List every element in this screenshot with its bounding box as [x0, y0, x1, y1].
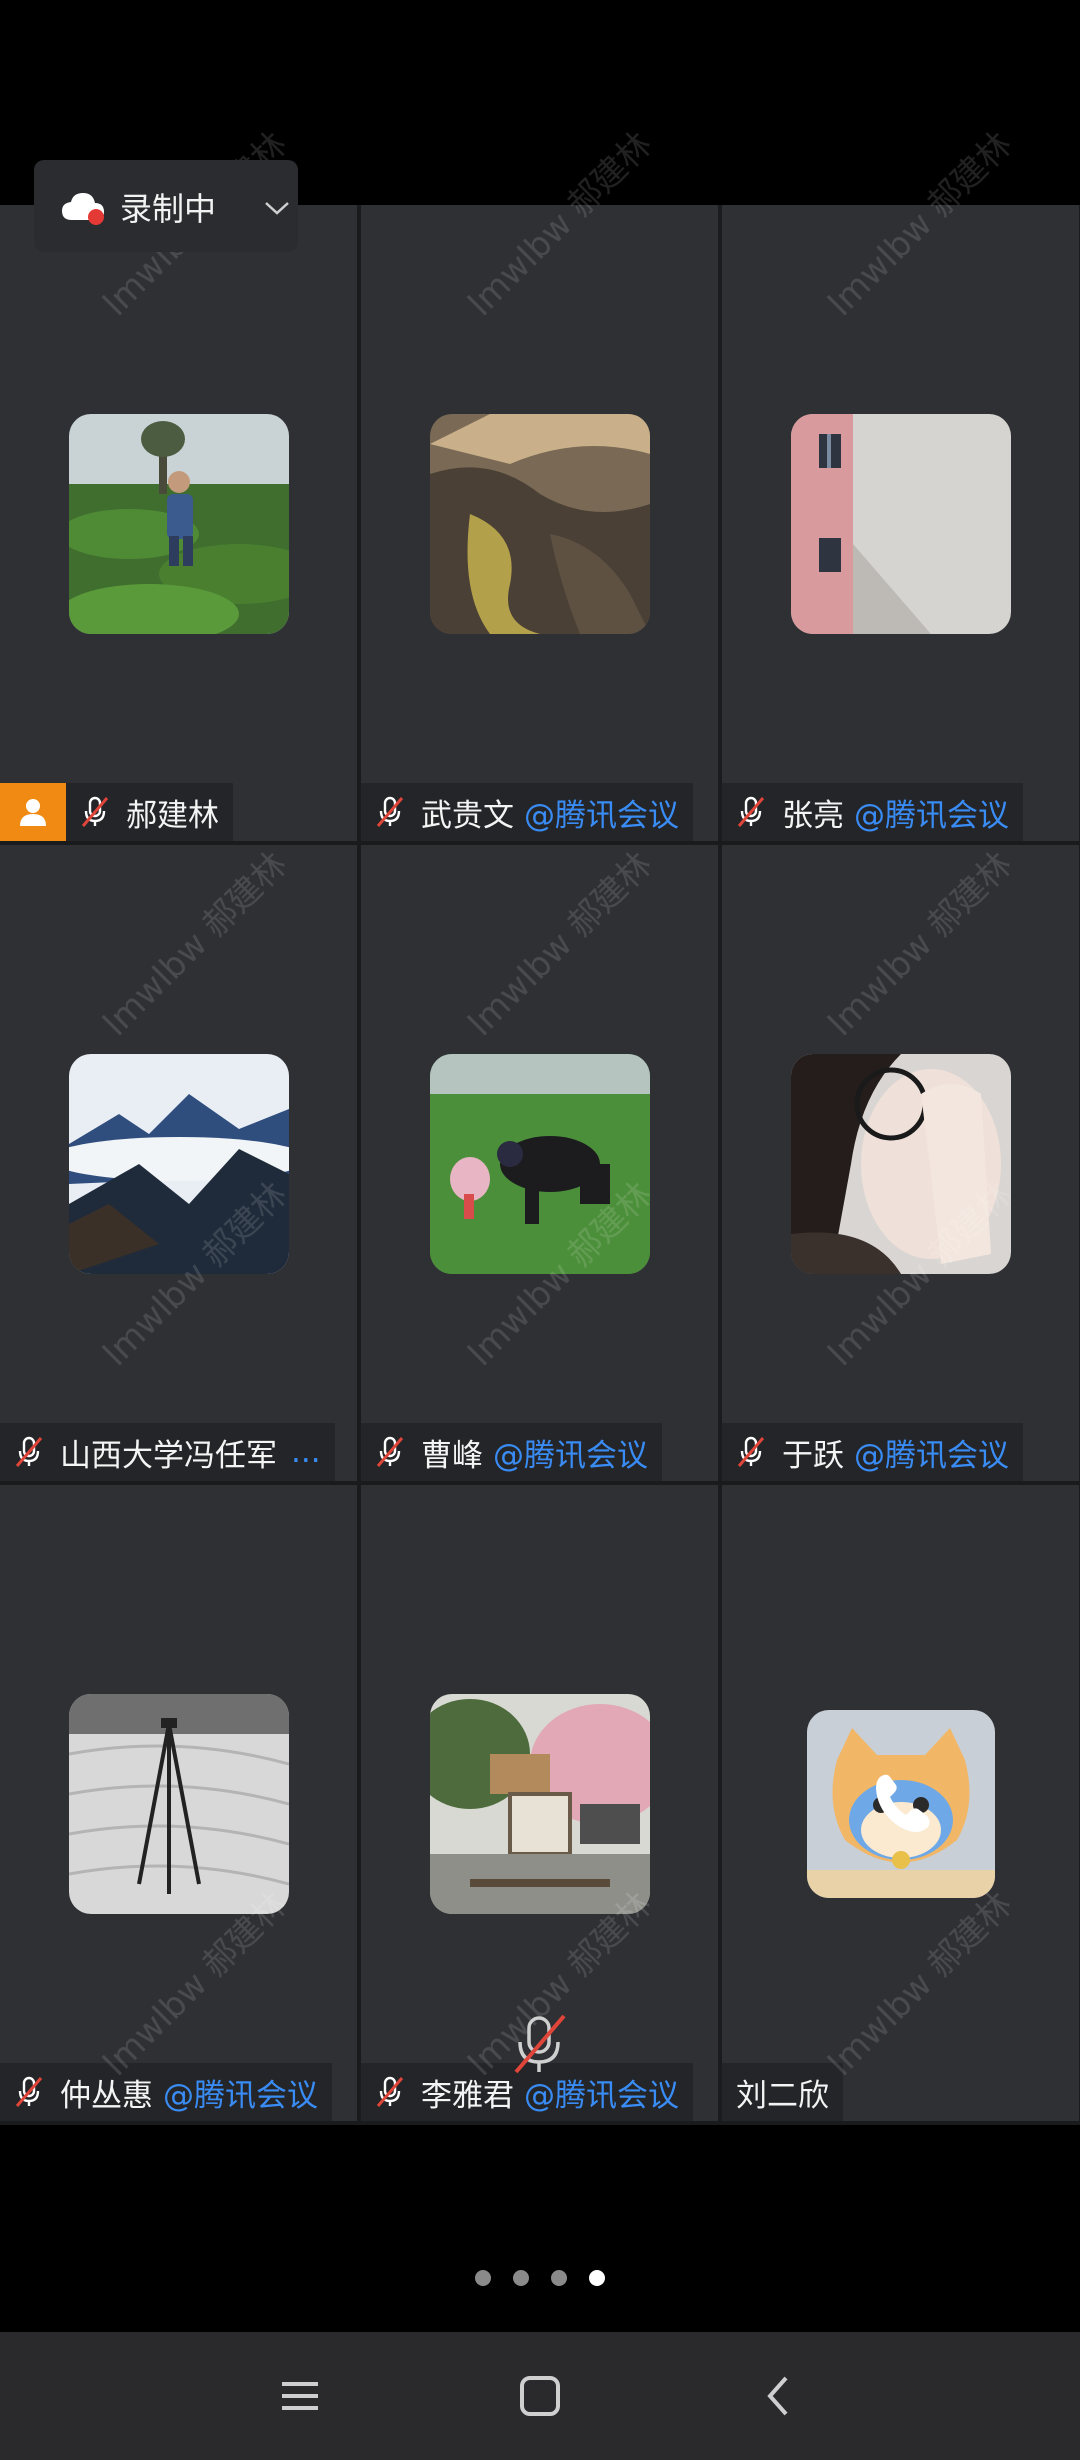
recording-indicator[interactable]: 录制中	[34, 160, 298, 252]
participant-name-bar: 于跃 @腾讯会议	[722, 1423, 1023, 1481]
cloud-record-icon	[62, 193, 104, 225]
mic-muted-icon	[376, 796, 404, 827]
participant-name-bar: 仲丛惠 @腾讯会议	[0, 2063, 332, 2121]
participant-name: 刘二欣	[736, 2077, 829, 2114]
participant-org: ...	[291, 1434, 321, 1470]
participant-tile[interactable]: 张亮 @腾讯会议	[722, 205, 1079, 841]
participant-avatar	[791, 1054, 1011, 1274]
mic-muted-icon	[81, 796, 109, 827]
participant-org: @腾讯会议	[524, 797, 679, 834]
mic-muted-icon[interactable]	[506, 2012, 572, 2078]
mic-muted-icon	[737, 1436, 765, 1467]
participant-tile[interactable]: 郝建林	[0, 205, 357, 841]
mic-muted-icon	[15, 2076, 43, 2107]
phone-icon	[876, 1774, 930, 1832]
participant-avatar	[430, 1054, 650, 1274]
host-badge	[0, 783, 66, 841]
page-dot-active[interactable]	[589, 2270, 605, 2286]
participant-name: 山西大学冯任军	[60, 1437, 277, 1474]
participant-org: @腾讯会议	[854, 797, 1009, 834]
system-nav-bar	[0, 2332, 1080, 2460]
participant-avatar	[430, 1694, 650, 1914]
participant-avatar	[69, 414, 289, 634]
participant-grid: 郝建林 武贵文 @腾讯会议 张亮 @腾讯会议 山西大学冯任军 ... 曹峰 @腾…	[0, 205, 1080, 2125]
participant-avatar	[69, 1694, 289, 1914]
participant-name: 郝建林	[126, 797, 219, 834]
participant-org: @腾讯会议	[854, 1437, 1009, 1474]
page-dot[interactable]	[475, 2270, 491, 2286]
participant-name: 于跃	[782, 1437, 844, 1474]
participant-tile[interactable]: 曹峰 @腾讯会议	[361, 845, 718, 1481]
participant-name-bar: 刘二欣	[722, 2063, 843, 2121]
recording-label: 录制中	[120, 190, 217, 228]
participant-name: 曹峰	[421, 1437, 483, 1474]
participant-name-bar: 郝建林	[0, 783, 233, 841]
calling-overlay	[822, 1723, 982, 1883]
participant-tile[interactable]: 刘二欣	[722, 1485, 1079, 2121]
home-icon[interactable]	[510, 2366, 570, 2426]
host-user-icon	[20, 799, 46, 826]
chevron-down-icon	[265, 202, 289, 215]
mic-muted-icon	[15, 1436, 43, 1467]
mic-muted-icon	[376, 2076, 404, 2107]
participant-org: @腾讯会议	[493, 1437, 648, 1474]
page-dot[interactable]	[513, 2270, 529, 2286]
participant-avatar	[69, 1054, 289, 1274]
participant-avatar	[430, 414, 650, 634]
menu-icon[interactable]	[270, 2366, 330, 2426]
mic-muted-icon	[737, 796, 765, 827]
mic-muted-icon	[376, 1436, 404, 1467]
page-indicator[interactable]	[0, 2270, 1080, 2286]
participant-name-bar: 山西大学冯任军 ...	[0, 1423, 335, 1481]
participant-name: 武贵文	[421, 797, 514, 834]
participant-tile[interactable]: 仲丛惠 @腾讯会议	[0, 1485, 357, 2121]
participant-avatar	[791, 414, 1011, 634]
participant-tile[interactable]: 山西大学冯任军 ...	[0, 845, 357, 1481]
participant-name: 李雅君	[421, 2077, 514, 2114]
page-dot[interactable]	[551, 2270, 567, 2286]
participant-name-bar: 武贵文 @腾讯会议	[361, 783, 693, 841]
participant-name-bar: 张亮 @腾讯会议	[722, 783, 1023, 841]
participant-name: 张亮	[782, 797, 844, 834]
back-icon[interactable]	[750, 2366, 810, 2426]
participant-tile[interactable]: 于跃 @腾讯会议	[722, 845, 1079, 1481]
participant-tile[interactable]: 武贵文 @腾讯会议	[361, 205, 718, 841]
participant-name: 仲丛惠	[60, 2077, 153, 2114]
participant-org: @腾讯会议	[163, 2077, 318, 2114]
participant-name-bar: 曹峰 @腾讯会议	[361, 1423, 662, 1481]
